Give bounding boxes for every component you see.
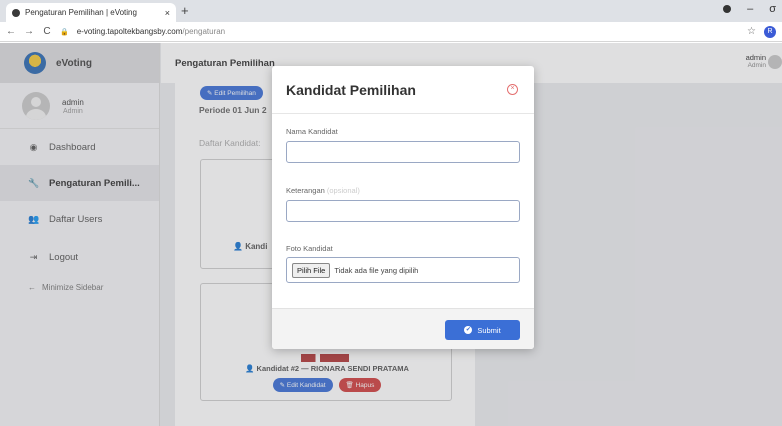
submit-button[interactable]: ✔ Submit: [445, 320, 520, 340]
browser-tab[interactable]: Pengaturan Pemilihan | eVoting ×: [6, 3, 176, 22]
record-icon[interactable]: [723, 5, 732, 13]
nama-kandidat-label: Nama Kandidat: [286, 127, 338, 136]
modal-title: Kandidat Pemilihan: [286, 81, 416, 98]
choose-file-button[interactable]: Pilih File: [292, 262, 331, 278]
minimize-window-button[interactable]: –: [747, 3, 753, 15]
url-host: e-voting.tapoltekbangsby.com: [76, 27, 183, 36]
browser-tabbar: Pengaturan Pemilihan | eVoting × + – σ: [0, 0, 782, 22]
modal-header: Kandidat Pemilihan ×: [272, 66, 534, 114]
file-status: Tidak ada file yang dipilih: [334, 265, 419, 275]
keterangan-input[interactable]: [286, 200, 520, 222]
back-icon[interactable]: ←: [6, 26, 16, 37]
address-bar: ← → C 🔒 e-voting.tapoltekbangsby.com/pen…: [0, 22, 782, 42]
window-controls: – σ: [723, 3, 776, 15]
keterangan-label: Keterangan (opsional): [286, 186, 360, 195]
close-icon[interactable]: ×: [507, 84, 518, 95]
url-field[interactable]: e-voting.tapoltekbangsby.com/pengaturan: [77, 27, 739, 36]
nama-kandidat-input[interactable]: [286, 141, 520, 163]
tab-close-icon[interactable]: ×: [165, 8, 170, 18]
reload-icon[interactable]: C: [42, 26, 52, 37]
restore-window-button[interactable]: σ: [769, 3, 776, 15]
new-tab-button[interactable]: +: [181, 3, 189, 19]
forward-icon[interactable]: →: [24, 26, 34, 37]
foto-kandidat-file-input[interactable]: Pilih File Tidak ada file yang dipilih: [286, 257, 520, 283]
kandidat-modal: Kandidat Pemilihan × Nama Kandidat Keter…: [272, 66, 534, 349]
modal-footer: ✔ Submit: [272, 308, 534, 349]
profile-avatar[interactable]: R: [764, 25, 776, 38]
lock-icon: 🔒: [60, 28, 69, 36]
foto-kandidat-label: Foto Kandidat: [286, 244, 333, 253]
keterangan-label-text: Keterangan: [286, 186, 325, 195]
check-circle-icon: ✔: [464, 326, 473, 334]
bookmark-star-icon[interactable]: ☆: [747, 26, 756, 37]
favicon-icon: [12, 8, 20, 17]
optional-hint: (opsional): [326, 186, 360, 195]
tab-title: Pengaturan Pemilihan | eVoting: [25, 8, 137, 17]
submit-label: Submit: [477, 325, 501, 335]
url-path: /pengaturan: [182, 27, 226, 36]
